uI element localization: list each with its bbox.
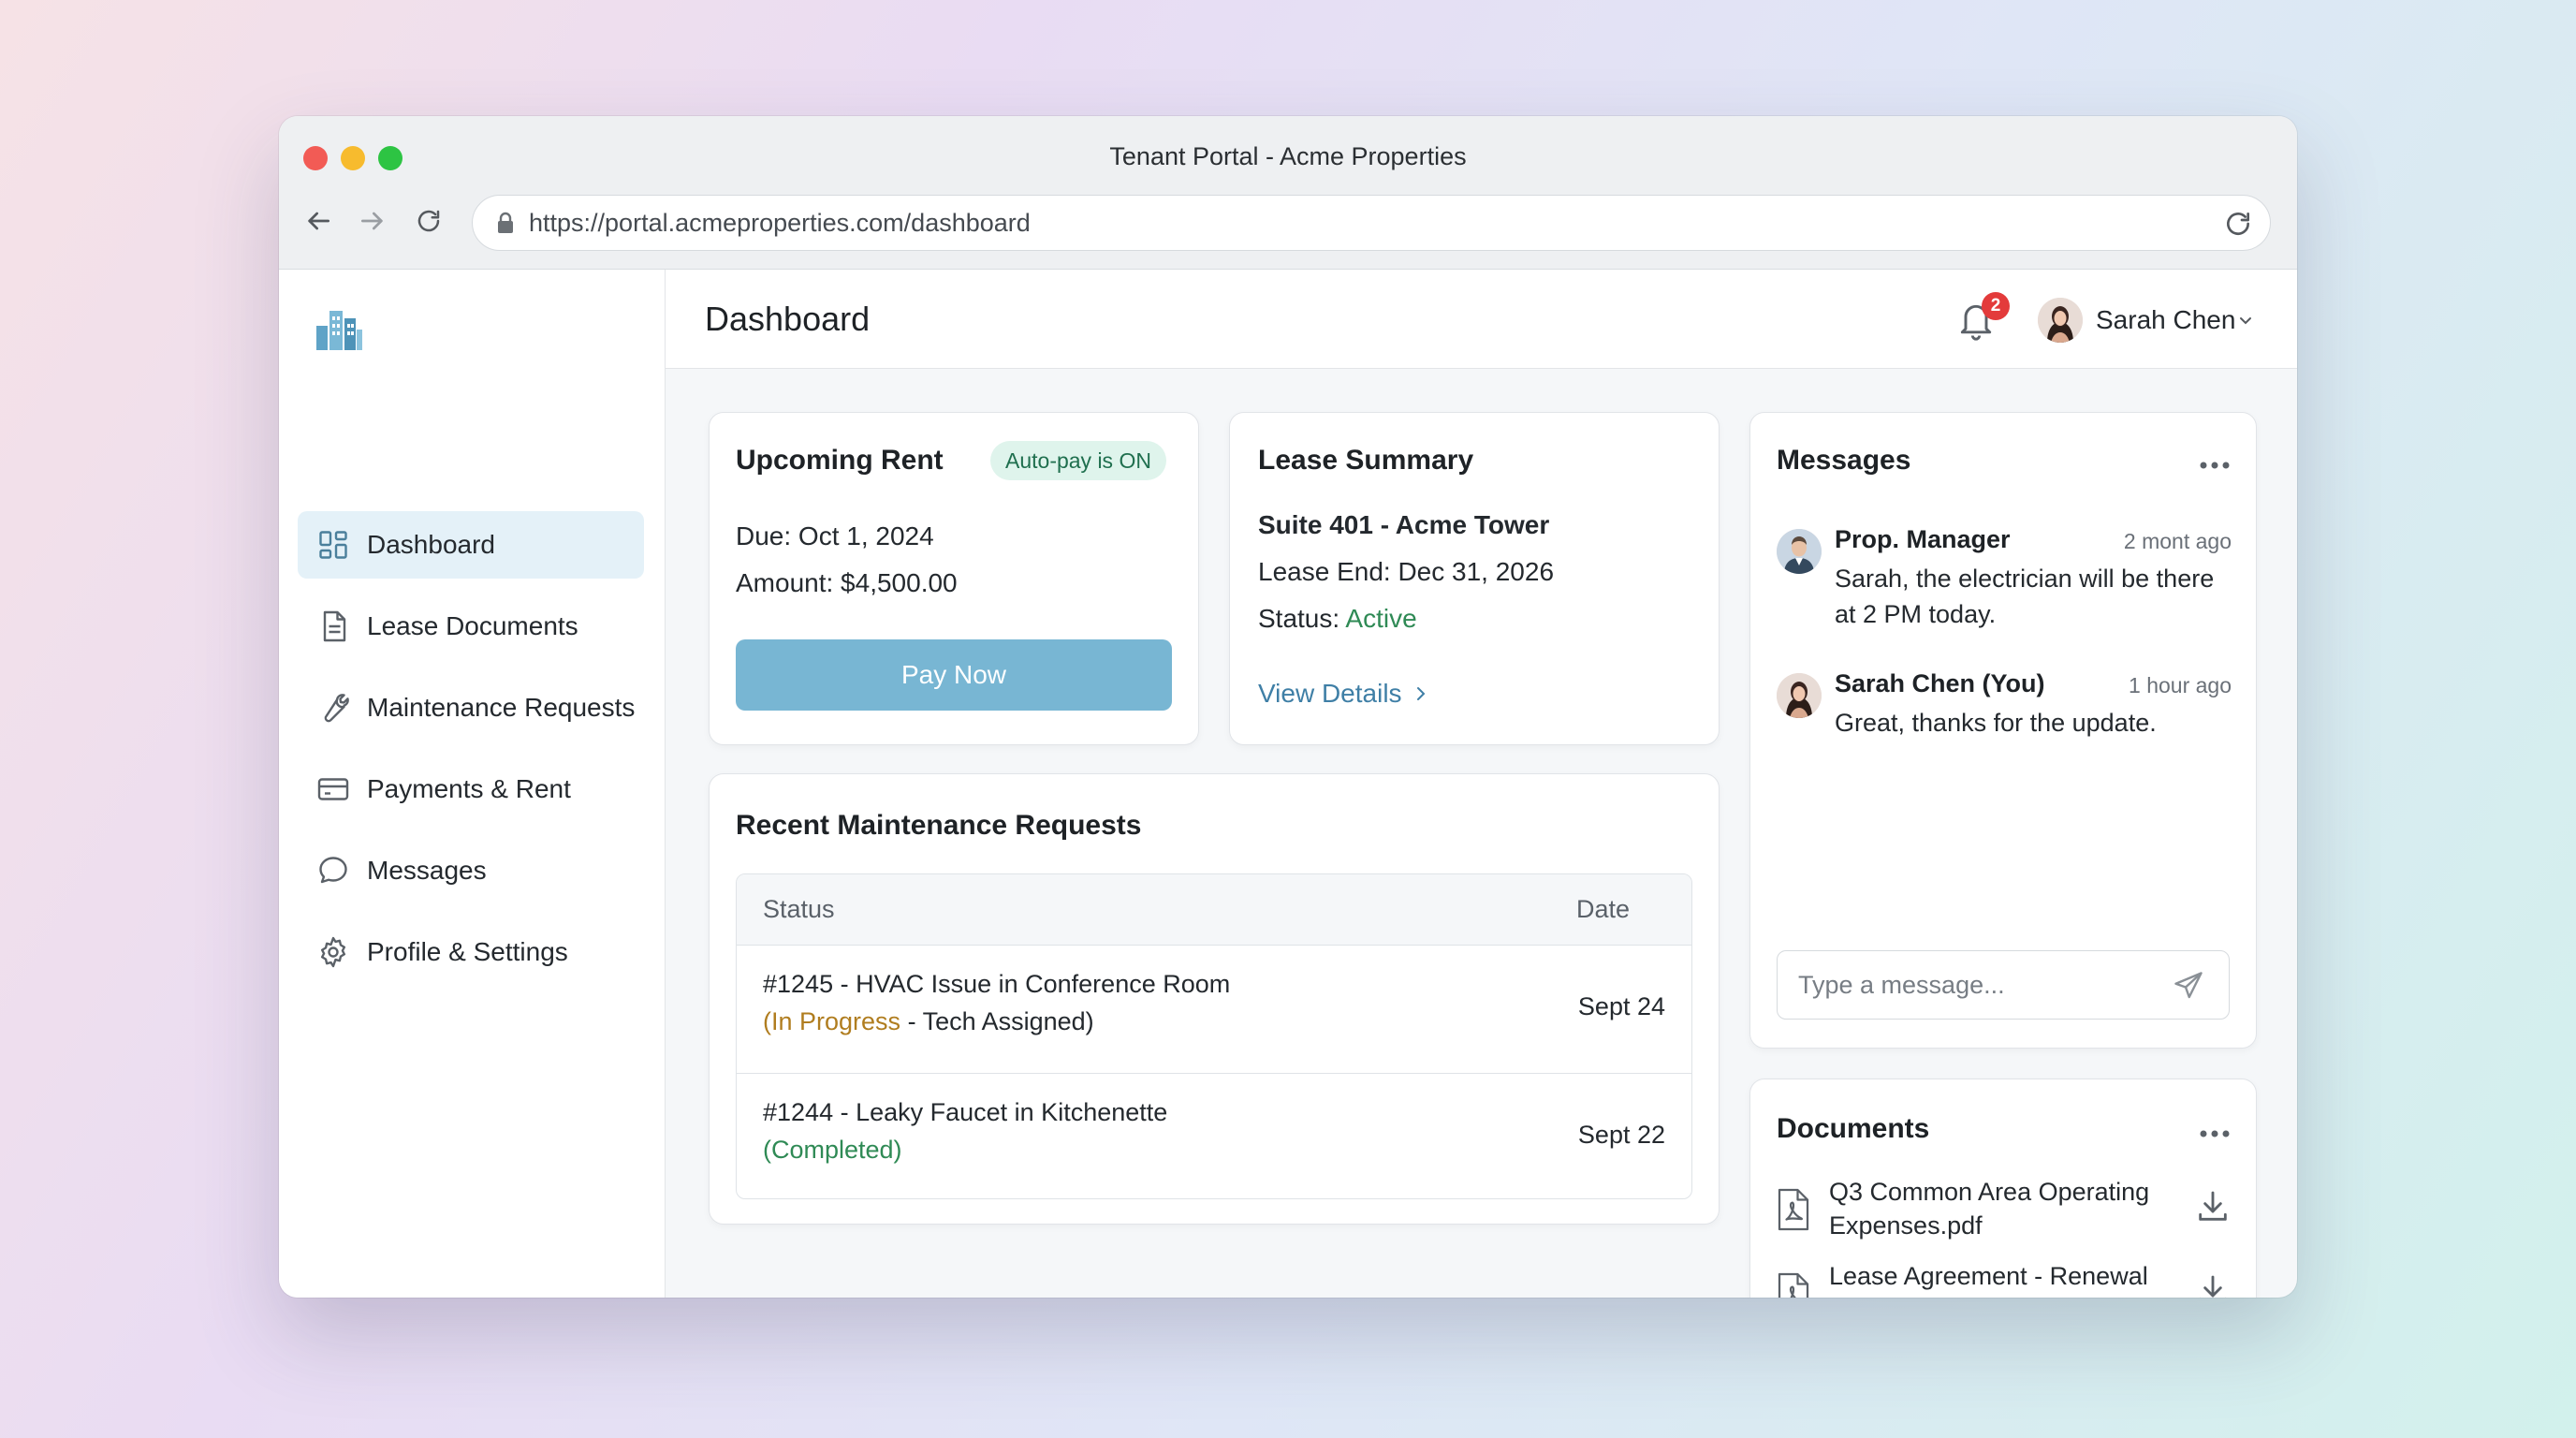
view-details-label: View Details <box>1258 679 1402 708</box>
url-text: https://portal.acmeproperties.com/dashbo… <box>529 208 1031 237</box>
download-icon[interactable] <box>2194 1272 2232 1298</box>
card-title: Upcoming Rent <box>736 445 944 476</box>
document-item[interactable]: Lease Agreement - Renewal Draft.pdf <box>1777 1257 2232 1298</box>
autopay-badge: Auto-pay is ON <box>990 441 1166 480</box>
sidebar-item-label: Messages <box>367 856 487 885</box>
pdf-file-icon <box>1777 1188 1810 1231</box>
pdf-file-icon <box>1777 1272 1810 1298</box>
maintenance-requests-card: Recent Maintenance Requests Status Date … <box>709 773 1720 1225</box>
sidebar-item-payments-rent[interactable]: Payments & Rent <box>298 756 644 823</box>
request-title: #1245 - HVAC Issue in Conference Room <box>763 970 1231 998</box>
column-header-status: Status <box>763 895 835 923</box>
gear-icon <box>315 933 352 971</box>
sidebar-item-label: Payments & Rent <box>367 774 571 803</box>
status-badge: (In Progress <box>763 1007 901 1035</box>
sidebar-item-profile-settings[interactable]: Profile & Settings <box>298 918 644 986</box>
request-title: #1244 - Leaky Faucet in Kitchenette <box>763 1098 1168 1126</box>
message-sender: Sarah Chen (You) <box>1835 669 2045 697</box>
pay-now-button[interactable]: Pay Now <box>736 639 1172 711</box>
sidebar-item-label: Maintenance Requests <box>367 693 636 722</box>
card-title: Documents <box>1777 1113 1930 1144</box>
document-icon <box>315 608 352 645</box>
forward-arrow-icon[interactable] <box>354 202 391 240</box>
messages-card: Messages Prop. Manager 2 mont ago Sarah,… <box>1749 412 2257 1049</box>
grid-icon <box>315 526 352 564</box>
message-item[interactable]: Sarah Chen (You) 1 hour ago Great, thank… <box>1777 669 2232 754</box>
credit-card-icon <box>315 770 352 808</box>
sidebar: Dashboard Lease Documents Maintenance Re… <box>279 270 666 1298</box>
reload-icon[interactable] <box>410 202 447 240</box>
lock-icon <box>495 211 516 235</box>
request-date: Sept 24 <box>1577 992 1665 1020</box>
page-title: Dashboard <box>705 300 871 338</box>
page-reload-icon[interactable] <box>2223 209 2253 239</box>
rent-amount: Amount: $4,500.00 <box>736 568 958 597</box>
back-arrow-icon[interactable] <box>300 202 337 240</box>
sidebar-item-label: Profile & Settings <box>367 937 568 966</box>
lease-summary-card: Lease Summary Suite 401 - Acme Tower Lea… <box>1229 412 1720 745</box>
upcoming-rent-card: Upcoming Rent Auto-pay is ON Due: Oct 1,… <box>709 412 1199 745</box>
chevron-down-icon[interactable] <box>2236 313 2255 328</box>
browser-window: Tenant Portal - Acme Properties https://… <box>279 116 2297 1298</box>
request-status-line: (In Progress - Tech Assigned) <box>763 1007 1094 1036</box>
message-body: Sarah, the electrician will be there at … <box>1835 565 2215 628</box>
send-icon[interactable] <box>2172 969 2205 1003</box>
view-details-link[interactable]: View Details <box>1258 679 1428 709</box>
lease-status-label: Status: <box>1258 604 1346 633</box>
request-status-line: (Completed) <box>763 1136 902 1165</box>
table-row[interactable]: #1244 - Leaky Faucet in Kitchenette (Com… <box>737 1073 1691 1198</box>
card-title: Recent Maintenance Requests <box>736 810 1142 841</box>
table-row[interactable]: #1245 - HVAC Issue in Conference Room (I… <box>737 946 1691 1073</box>
app-header: Dashboard 2 Sarah Chen <box>666 270 2297 369</box>
window-title: Tenant Portal - Acme Properties <box>1109 142 1467 170</box>
status-badge: Active <box>1345 604 1417 633</box>
lease-end-date: Lease End: Dec 31, 2026 <box>1258 557 1555 586</box>
prop-manager-avatar <box>1777 529 1822 574</box>
building-icon[interactable] <box>313 301 365 354</box>
browser-titlebar: Tenant Portal - Acme Properties https://… <box>279 116 2297 270</box>
message-input[interactable] <box>1777 950 2230 1020</box>
documents-card: Documents Q3 Common Area Operating Expen… <box>1749 1078 2257 1298</box>
chevron-right-icon <box>1413 683 1428 704</box>
request-date: Sept 22 <box>1577 1121 1665 1149</box>
message-time: 1 hour ago <box>2129 673 2232 697</box>
user-avatar[interactable] <box>2038 298 2083 343</box>
document-name: Lease Agreement - Renewal Draft.pdf <box>1829 1262 2148 1298</box>
notification-badge: 2 <box>1982 292 2010 320</box>
request-detail: - Tech Assigned) <box>900 1007 1094 1035</box>
card-title: Lease Summary <box>1258 445 1474 476</box>
rent-due-date: Due: Oct 1, 2024 <box>736 521 934 550</box>
chat-bubble-icon <box>315 852 352 889</box>
table-header: Status Date <box>737 874 1691 946</box>
column-header-date: Date <box>1575 895 1630 923</box>
sidebar-item-dashboard[interactable]: Dashboard <box>298 511 644 579</box>
maintenance-table: Status Date #1245 - HVAC Issue in Confer… <box>736 873 1692 1199</box>
sidebar-item-messages[interactable]: Messages <box>298 837 644 904</box>
more-options-icon[interactable] <box>2198 1124 2232 1143</box>
message-item[interactable]: Prop. Manager 2 mont ago Sarah, the elec… <box>1777 525 2232 638</box>
sidebar-item-lease-documents[interactable]: Lease Documents <box>298 593 644 660</box>
message-sender: Prop. Manager <box>1835 525 2011 553</box>
sidebar-item-label: Dashboard <box>367 530 495 559</box>
document-item[interactable]: Q3 Common Area Operating Expenses.pdf <box>1777 1173 2232 1248</box>
lease-status: Status: Active <box>1258 604 1417 634</box>
more-options-icon[interactable] <box>2198 456 2232 475</box>
sidebar-item-maintenance-requests[interactable]: Maintenance Requests <box>298 674 644 741</box>
document-name: Q3 Common Area Operating Expenses.pdf <box>1829 1178 2150 1240</box>
message-body: Great, thanks for the update. <box>1835 709 2157 737</box>
wrench-icon <box>315 689 352 726</box>
sidebar-item-label: Lease Documents <box>367 611 578 640</box>
user-name[interactable]: Sarah Chen <box>2096 305 2235 335</box>
message-time: 2 mont ago <box>2123 529 2232 553</box>
lease-suite: Suite 401 - Acme Tower <box>1258 510 1550 539</box>
download-icon[interactable] <box>2194 1188 2232 1225</box>
address-bar[interactable]: https://portal.acmeproperties.com/dashbo… <box>472 195 2271 251</box>
sarah-chen-avatar <box>1777 673 1822 718</box>
card-title: Messages <box>1777 445 1911 476</box>
status-badge: (Completed) <box>763 1136 902 1164</box>
